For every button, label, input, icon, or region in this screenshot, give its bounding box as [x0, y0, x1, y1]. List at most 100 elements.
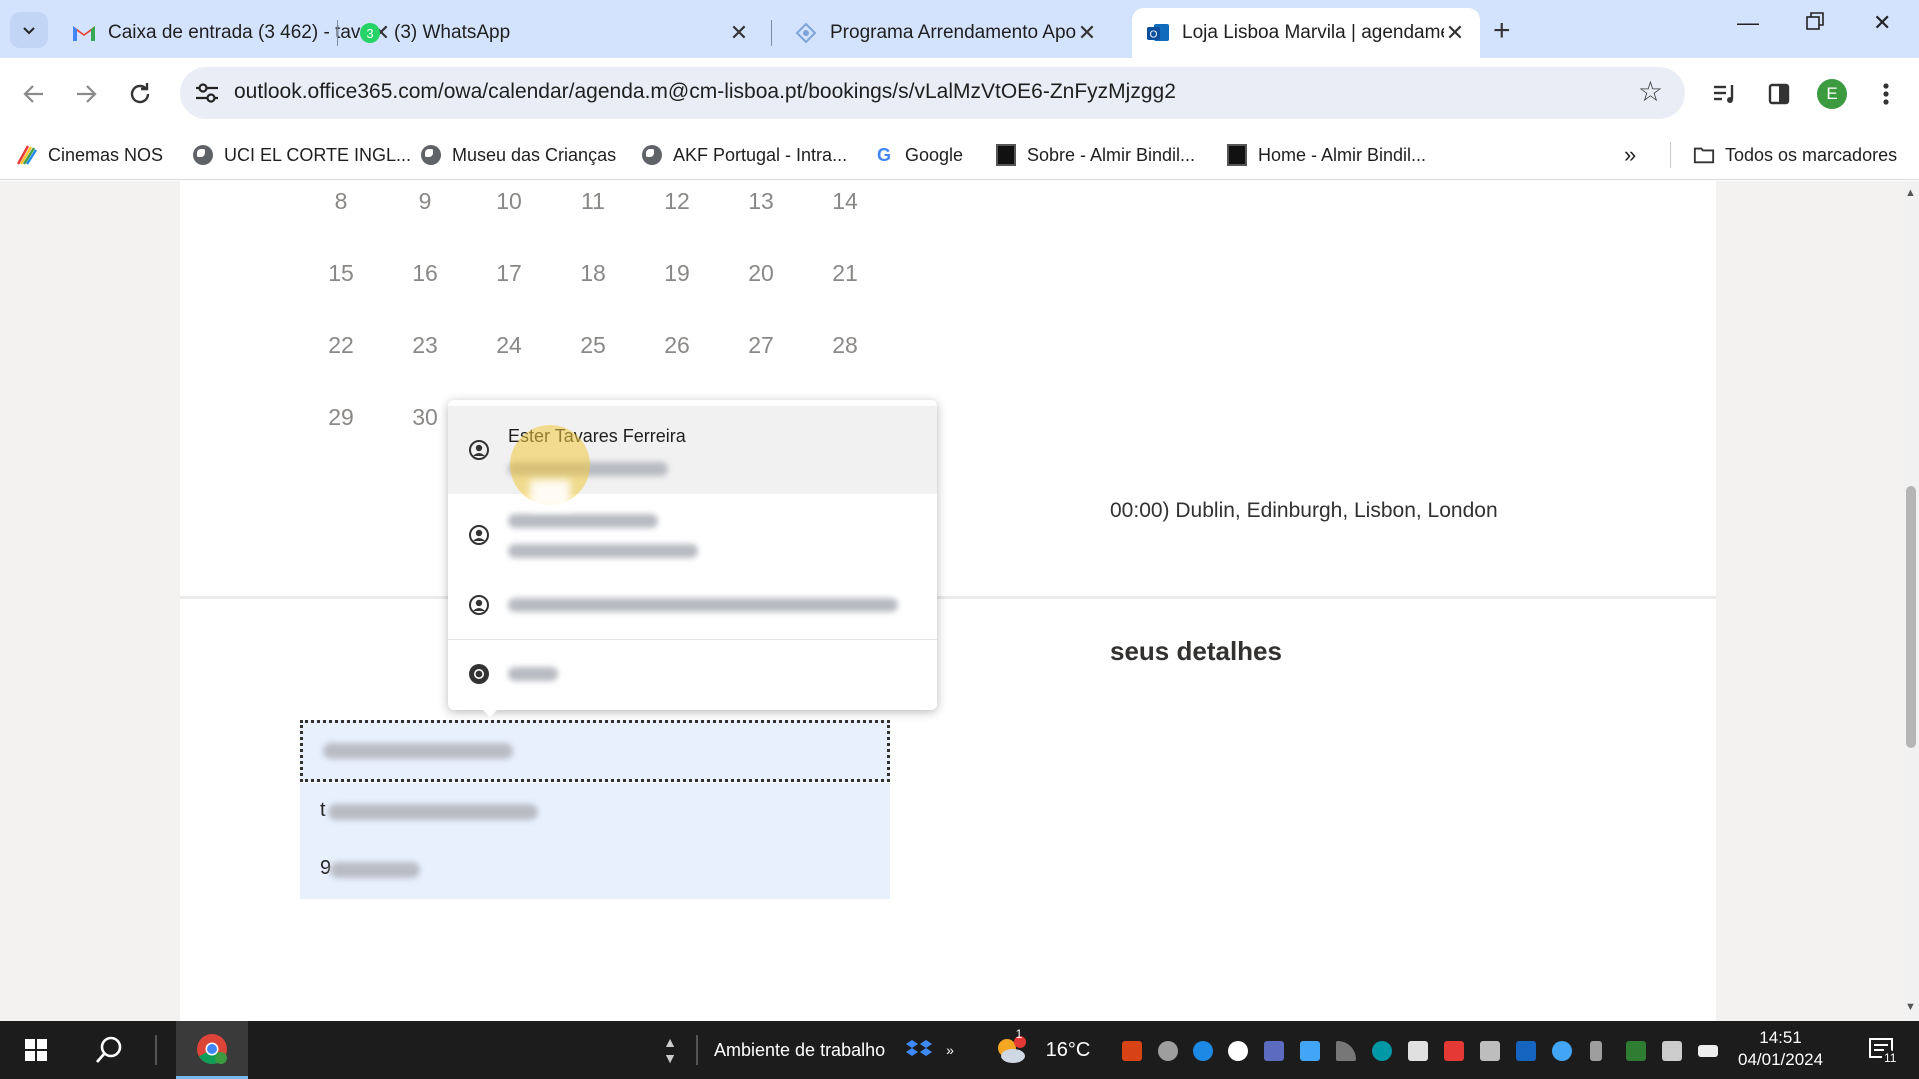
autofill-suggestion-2[interactable]: [448, 496, 937, 574]
calendar-day[interactable]: 11: [563, 188, 623, 215]
bookmark-home-almir[interactable]: Home - Almir Bindil...: [1226, 140, 1426, 170]
calendar-day[interactable]: 9: [395, 188, 455, 215]
tab-title: (3) WhatsApp: [394, 22, 511, 43]
calendar-day[interactable]: 23: [395, 332, 455, 359]
calendar-day[interactable]: 21: [815, 260, 875, 287]
calendar-day[interactable]: 16: [395, 260, 455, 287]
search-button[interactable]: [84, 1021, 134, 1079]
meet-now-icon[interactable]: [1480, 1041, 1500, 1061]
tab-search-button[interactable]: [10, 12, 48, 48]
new-tab-button[interactable]: +: [1493, 14, 1511, 48]
bookmark-akf-portugal[interactable]: AKF Portugal - Intra...: [641, 140, 847, 170]
scroll-down-icon[interactable]: ▼: [1905, 1001, 1916, 1013]
email-field[interactable]: t: [300, 783, 890, 841]
skype-icon[interactable]: [1158, 1041, 1178, 1061]
calendar-day[interactable]: 13: [731, 188, 791, 215]
security-shield-icon[interactable]: [1626, 1041, 1646, 1061]
calendar-day[interactable]: 28: [815, 332, 875, 359]
weather-badge: 1: [1015, 1027, 1023, 1041]
bookmark-museu-das-criancas[interactable]: Museu das Crianças: [420, 140, 616, 170]
calendar-day[interactable]: 29: [311, 404, 371, 431]
calendar-day[interactable]: 30: [395, 404, 455, 431]
globe-icon: [641, 144, 663, 166]
chevron-up-icon[interactable]: ▲: [663, 1034, 677, 1050]
bookmarks-overflow-chevron-icon[interactable]: »: [1624, 140, 1636, 170]
profile-avatar[interactable]: E: [1812, 74, 1852, 114]
reload-button[interactable]: [120, 74, 160, 114]
site-settings-icon[interactable]: [194, 81, 220, 105]
window-close-icon[interactable]: ✕: [1873, 10, 1891, 36]
notifications-button[interactable]: 11: [1862, 1021, 1902, 1079]
media-controls-icon[interactable]: [1705, 74, 1745, 114]
side-panel-icon[interactable]: [1759, 74, 1799, 114]
tab-loja-lisboa[interactable]: O Loja Lisboa Marvila | agendame ✕: [1132, 8, 1480, 58]
wifi-icon[interactable]: [1336, 1041, 1356, 1061]
calendar-day[interactable]: 8: [311, 188, 371, 215]
tray-app-icon-2[interactable]: [1300, 1041, 1320, 1061]
dropbox-icon[interactable]: [896, 1021, 942, 1079]
outlook-tray-icon[interactable]: [1516, 1041, 1536, 1061]
outlook-icon: O: [1146, 21, 1170, 45]
calendar-day[interactable]: 18: [563, 260, 623, 287]
taskbar-clock[interactable]: 14:51 04/01/2024: [1738, 1027, 1823, 1071]
teams-icon[interactable]: [1264, 1041, 1284, 1061]
forward-button[interactable]: [66, 74, 106, 114]
scrollbar-thumb[interactable]: [1906, 486, 1916, 748]
calendar-day[interactable]: 25: [563, 332, 623, 359]
calendar-day[interactable]: 14: [815, 188, 875, 215]
scroll-up-icon[interactable]: ▲: [1905, 187, 1916, 199]
bookmark-label: Museu das Crianças: [452, 144, 617, 165]
close-icon[interactable]: ✕: [1076, 20, 1098, 46]
volume-icon[interactable]: [1662, 1041, 1682, 1061]
page-scrollbar[interactable]: ▲ ▼: [1903, 181, 1919, 1021]
calendar-day[interactable]: 15: [311, 260, 371, 287]
restore-icon[interactable]: [1806, 10, 1824, 36]
address-bar[interactable]: outlook.office365.com/owa/calendar/agend…: [180, 67, 1685, 119]
tab-programa-arrendamento[interactable]: Programa Arrendamento Apoia ✕: [780, 8, 1112, 58]
battery-icon[interactable]: [1698, 1045, 1718, 1057]
desktop-toolbar-label[interactable]: Ambiente de trabalho: [714, 1021, 894, 1079]
tray-app-icon-1[interactable]: [1122, 1041, 1142, 1061]
calendar-day[interactable]: 24: [479, 332, 539, 359]
minimize-icon[interactable]: —: [1737, 10, 1759, 36]
close-icon[interactable]: ✕: [1444, 20, 1466, 46]
folder-icon: [1693, 144, 1715, 166]
calendar-day[interactable]: 22: [311, 332, 371, 359]
usb-drive-icon[interactable]: [1590, 1041, 1602, 1061]
close-icon[interactable]: ✕: [728, 20, 750, 46]
tab-whatsapp[interactable]: 3 (3) WhatsApp ✕: [344, 8, 764, 58]
back-button[interactable]: [14, 74, 54, 114]
dropbox-sync-icon[interactable]: [1408, 1041, 1428, 1061]
bookmark-sobre-almir[interactable]: Sobre - Almir Bindil...: [995, 140, 1195, 170]
taskbar-scroll-buttons[interactable]: ▲ ▼: [660, 1021, 680, 1079]
taskbar-overflow-chevron-icon[interactable]: »: [940, 1021, 960, 1079]
bookmark-cinemas-nos[interactable]: Cinemas NOS: [16, 140, 163, 170]
taskbar-chrome-button[interactable]: [176, 1021, 248, 1079]
autofill-suggestion-3[interactable]: [448, 576, 937, 634]
phone-field[interactable]: 9: [300, 841, 890, 899]
bookmark-star-icon[interactable]: ☆: [1638, 75, 1663, 108]
all-bookmarks-folder[interactable]: Todos os marcadores: [1693, 140, 1897, 170]
onedrive-icon[interactable]: [1552, 1041, 1572, 1061]
bookmark-google[interactable]: G Google: [873, 140, 963, 170]
start-button[interactable]: [14, 1021, 58, 1079]
calendar-day[interactable]: 10: [479, 188, 539, 215]
name-field[interactable]: [300, 720, 890, 782]
tray-app-icon-3[interactable]: [1372, 1041, 1392, 1061]
mouse-cursor-icon: [530, 480, 570, 510]
chevron-down-icon[interactable]: ▼: [663, 1050, 677, 1066]
calendar-day[interactable]: 26: [647, 332, 707, 359]
bookmark-uci-el-corte-ingles[interactable]: UCI EL CORTE INGL...: [192, 140, 411, 170]
calendar-day[interactable]: 27: [731, 332, 791, 359]
calendar-day[interactable]: 19: [647, 260, 707, 287]
calendar-day[interactable]: 12: [647, 188, 707, 215]
calendar-day[interactable]: 20: [731, 260, 791, 287]
calendar-day[interactable]: 17: [479, 260, 539, 287]
google-icon: G: [873, 144, 895, 166]
tray-app-icon-4[interactable]: [1444, 1041, 1464, 1061]
autofill-manage-option[interactable]: [448, 642, 937, 706]
chrome-tray-icon[interactable]: [1228, 1041, 1248, 1061]
bluetooth-icon[interactable]: [1193, 1041, 1213, 1061]
more-menu-icon[interactable]: [1866, 74, 1906, 114]
booking-card: 8 9 10 11 12 13 14 15 16 17 18 19 20 21 22 23 24 25 26 27 28…: [180, 181, 1716, 1021]
